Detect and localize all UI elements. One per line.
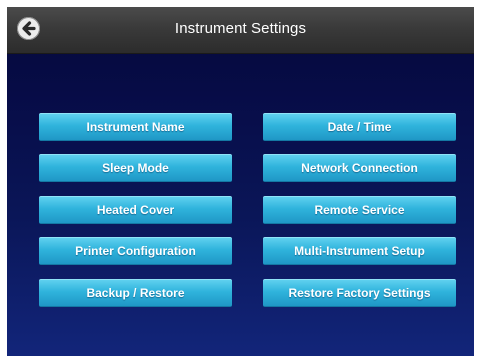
- date-time-button[interactable]: Date / Time: [263, 113, 456, 141]
- page-title: Instrument Settings: [174, 20, 307, 37]
- restore-factory-settings-button[interactable]: Restore Factory Settings: [263, 279, 456, 307]
- heated-cover-button[interactable]: Heated Cover: [39, 196, 232, 224]
- instrument-name-button[interactable]: Instrument Name: [39, 113, 232, 141]
- sleep-mode-button[interactable]: Sleep Mode: [39, 154, 232, 182]
- multi-instrument-setup-button[interactable]: Multi-Instrument Setup: [263, 237, 456, 265]
- remote-service-button[interactable]: Remote Service: [263, 196, 456, 224]
- touchscreen: Instrument Settings Instrument Name Slee…: [7, 7, 474, 356]
- backup-restore-button[interactable]: Backup / Restore: [39, 279, 232, 307]
- title-bar: Instrument Settings: [7, 7, 474, 54]
- network-connection-button[interactable]: Network Connection: [263, 154, 456, 182]
- printer-configuration-button[interactable]: Printer Configuration: [39, 237, 232, 265]
